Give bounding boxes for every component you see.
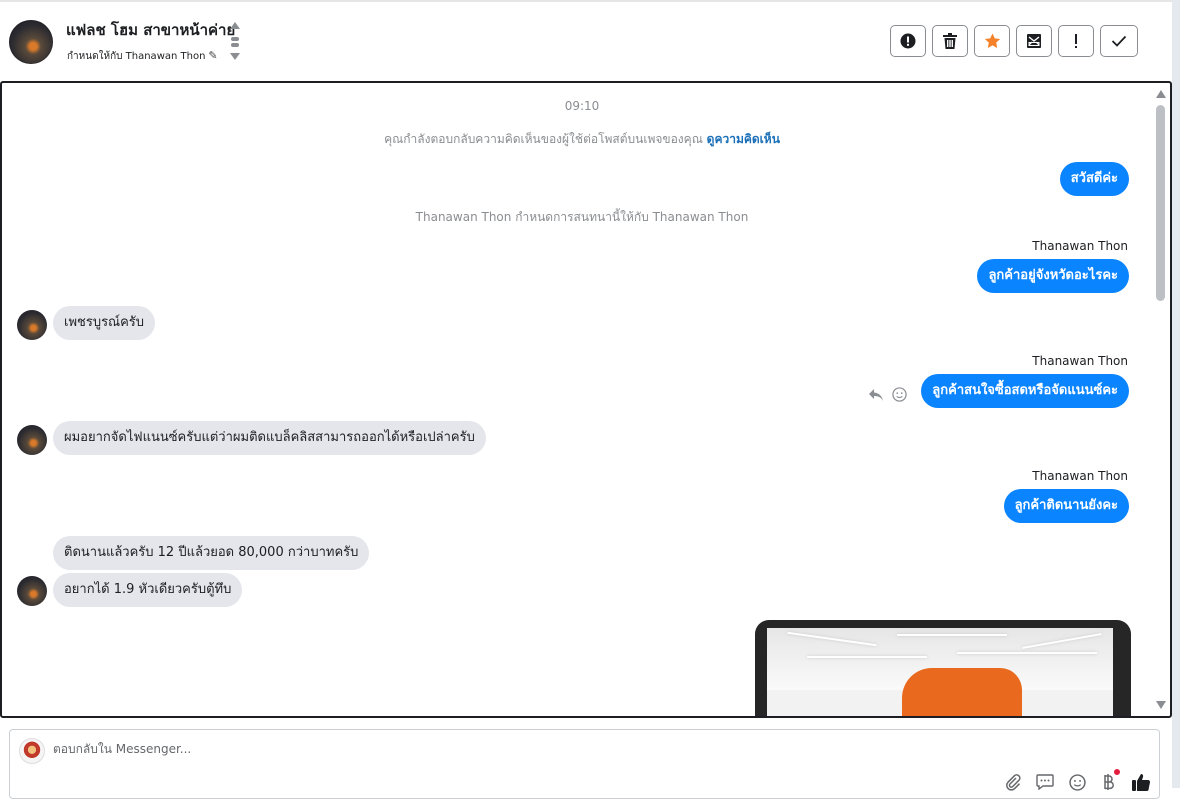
message-actions — [868, 387, 907, 406]
conversation-nav — [230, 22, 242, 62]
page-avatar[interactable] — [9, 20, 53, 64]
pencil-icon[interactable]: ✎ — [208, 49, 217, 62]
scroll-thumb[interactable] — [1156, 105, 1165, 301]
alert-circle-icon — [900, 33, 916, 49]
assignee-line[interactable]: กำหนดให้กับ Thanawan Thon ✎ — [67, 49, 218, 64]
scroll-down-arrow-icon[interactable] — [1156, 701, 1166, 709]
message-thread[interactable]: 09:10 คุณกำลังตอบกลับความคิดเห็นของผู้ใช… — [0, 81, 1172, 718]
user-avatar — [19, 738, 45, 764]
next-arrow-icon[interactable] — [230, 53, 240, 60]
customer-avatar[interactable] — [17, 576, 47, 606]
thumbs-up-icon[interactable] — [1131, 772, 1151, 792]
message-bubble-outgoing[interactable]: ลูกค้าอยู่จังหวัดอะไรคะ — [977, 259, 1129, 293]
message-bubble-outgoing[interactable]: สวัสดีค่ะ — [1059, 162, 1129, 196]
nav-divider — [231, 43, 239, 47]
payment-icon[interactable] — [1099, 769, 1120, 792]
mark-unread-icon — [1026, 33, 1042, 49]
emoji-react-icon[interactable] — [892, 387, 907, 406]
reply-arrow-icon[interactable] — [868, 387, 884, 406]
customer-avatar[interactable] — [17, 425, 47, 455]
product-photo — [767, 628, 1113, 716]
sender-name: Thanawan Thon — [1032, 239, 1128, 253]
done-button[interactable] — [1100, 25, 1138, 57]
comment-reply-notice: คุณกำลังตอบกลับความคิดเห็นของผู้ใช้ต่อโพ… — [2, 130, 1162, 149]
message-bubble-incoming[interactable]: อยากได้ 1.9 หัวเดียวครับตู้ทึบ — [53, 573, 243, 607]
assignee-text: กำหนดให้กับ Thanawan Thon — [67, 51, 206, 62]
customer-avatar[interactable] — [17, 310, 47, 340]
view-comment-link[interactable]: ดูความคิดเห็น — [707, 132, 780, 146]
message-bubble-incoming[interactable]: ผมอยากจัดไฟแนนซ์ครับแต่ว่าผมติดแบล็คลิสส… — [53, 421, 486, 455]
check-icon — [1111, 35, 1127, 47]
star-icon — [984, 33, 1001, 49]
trash-icon — [943, 33, 957, 49]
message-bubble-incoming[interactable]: ติดนานแล้วครับ 12 ปีแล้วยอด 80,000 กว่าบ… — [53, 536, 370, 570]
sender-name: Thanawan Thon — [1032, 354, 1128, 368]
image-attachment[interactable] — [755, 620, 1131, 716]
message-bubble-incoming[interactable]: เพชรบูรณ์ครับ — [53, 306, 156, 340]
scroll-up-arrow-icon[interactable] — [1156, 90, 1166, 98]
saved-replies-icon[interactable] — [1035, 772, 1055, 792]
photo-light — [807, 656, 927, 658]
message-bubble-outgoing[interactable]: ลูกค้าติดนานยังคะ — [1003, 489, 1129, 523]
sender-name: Thanawan Thon — [1032, 469, 1128, 483]
delete-button[interactable] — [932, 25, 968, 57]
exclamation-icon — [1073, 33, 1079, 49]
star-button[interactable] — [974, 25, 1010, 57]
action-toolbar — [890, 25, 1138, 57]
message-bubble-outgoing[interactable]: ลูกค้าสนใจซื้อสดหรือจัดแนนซ์คะ — [921, 374, 1129, 408]
notification-dot — [1114, 769, 1120, 775]
window-edge — [1172, 0, 1180, 788]
alert-button[interactable] — [890, 25, 926, 57]
paperclip-icon[interactable] — [1003, 772, 1023, 792]
truck-cabin — [902, 668, 1022, 716]
follow-up-button[interactable] — [1058, 25, 1094, 57]
notice-text: คุณกำลังตอบกลับความคิดเห็นของผู้ใช้ต่อโพ… — [384, 132, 707, 146]
assignment-system-message: Thanawan Thon กำหนดการสนทนานี้ให้กับ Tha… — [415, 210, 749, 224]
emoji-icon[interactable] — [1067, 772, 1087, 792]
thread-scrollbar[interactable] — [1154, 83, 1168, 716]
composer-actions — [1003, 769, 1151, 792]
reply-input[interactable] — [53, 742, 653, 756]
photo-light — [957, 652, 1097, 654]
page-title[interactable]: แฟลช โฮม สาขาหน้าค่าย — [66, 18, 235, 42]
message-timestamp: 09:10 — [564, 99, 600, 113]
photo-light — [897, 634, 1007, 636]
previous-arrow-icon[interactable] — [230, 22, 240, 29]
reply-composer[interactable] — [9, 729, 1160, 799]
nav-divider — [231, 37, 239, 41]
mark-unread-button[interactable] — [1016, 25, 1052, 57]
conversation-header: แฟลช โฮม สาขาหน้าค่าย กำหนดให้กับ Thanaw… — [0, 2, 1172, 80]
